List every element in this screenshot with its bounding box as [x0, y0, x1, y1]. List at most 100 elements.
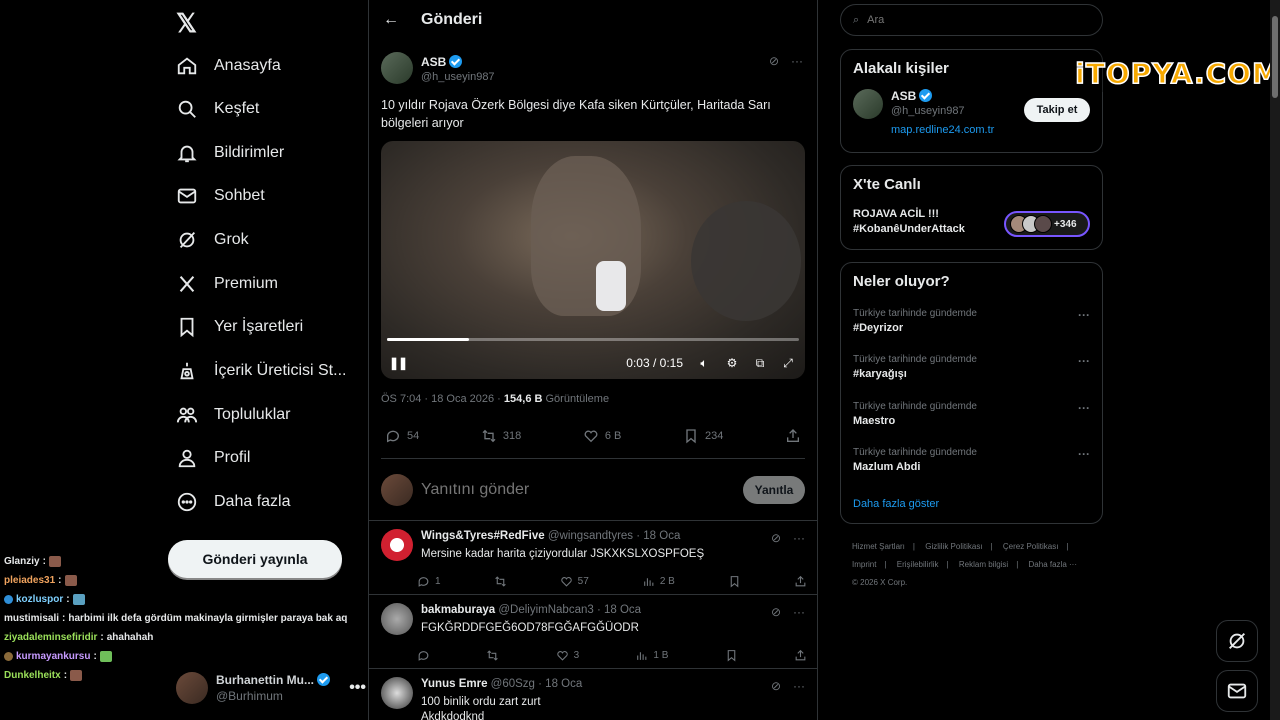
reply-header-actions: ⊘ ··· [771, 531, 805, 545]
reply-body: Wings&Tyres#RedFive @wingsandtyres · 18 … [421, 529, 704, 562]
sidebar-item-notifications[interactable]: Bildirimler [176, 133, 284, 173]
avatar[interactable] [381, 529, 413, 561]
grok-fab-button[interactable] [1216, 620, 1258, 662]
pause-icon[interactable]: ❚❚ [389, 356, 408, 370]
tweet-meta: ÖS 7:04 · 18 Oca 2026 · 154,6 B Görüntül… [381, 393, 805, 405]
reply-composer: Yanıtla [369, 459, 817, 521]
views-button[interactable]: 1 B [635, 649, 668, 662]
retweet-icon [482, 429, 496, 442]
sidebar-item-home[interactable]: Anasayfa [176, 46, 281, 86]
show-more-link[interactable]: Daha fazla göster [853, 498, 939, 510]
settings-icon[interactable]: ⚙︎ [725, 356, 739, 370]
more-icon[interactable]: ··· [793, 679, 805, 693]
related-user-link[interactable]: map.redline24.com.tr [891, 123, 994, 138]
x-logo-icon[interactable]: 𝕏 [176, 8, 197, 39]
grok-icon[interactable]: ⊘ [769, 54, 779, 68]
reply-submit-button[interactable]: Yanıtla [743, 475, 805, 504]
bookmark-button[interactable] [725, 649, 738, 662]
trend-item[interactable]: Türkiye tarihinde gündemde Mazlum Abdi ·… [853, 447, 1090, 473]
live-listeners-pill[interactable]: +346 [1004, 211, 1090, 237]
share-button[interactable] [785, 428, 801, 444]
retweet-button[interactable] [494, 575, 507, 588]
like-button[interactable]: 3 [556, 649, 579, 662]
reply-button[interactable] [417, 649, 430, 662]
sidebar-item-profile[interactable]: Profil [176, 438, 250, 478]
scrollbar-thumb[interactable] [1272, 16, 1278, 98]
messages-fab-button[interactable] [1216, 670, 1258, 712]
back-arrow-icon[interactable]: ← [383, 11, 399, 29]
reply-button[interactable]: 1 [417, 575, 441, 588]
sidebar-item-more[interactable]: Daha fazla [176, 482, 291, 522]
sidebar-item-label: Premium [214, 275, 279, 292]
footer-links: Hizmet Şartları | Gizlilik Politikası | Çe… [852, 538, 1092, 592]
chat-separator: : [58, 575, 62, 586]
more-icon[interactable]: ··· [793, 605, 805, 619]
sidebar-item-bookmarks[interactable]: Yer İşaretleri [176, 307, 303, 347]
views-button[interactable]: 2 B [642, 575, 675, 588]
more-icon[interactable]: ··· [793, 531, 805, 545]
avatar[interactable] [381, 52, 413, 84]
tweet-timestamp[interactable]: ÖS 7:04 · 18 Oca 2026 · [381, 393, 504, 405]
reply-item[interactable]: Yunus Emre @60Szg · 18 Oca 100 binlik or… [369, 669, 817, 720]
volume-icon[interactable]: 🔈︎ [697, 356, 711, 370]
reply-item[interactable]: bakmaburaya @DeliyimNabcan3 · 18 Oca FGK… [369, 595, 817, 669]
more-icon[interactable]: ··· [791, 54, 803, 68]
like-button[interactable]: 6 B [583, 428, 621, 444]
search-input[interactable] [867, 14, 1068, 26]
bookmark-icon [180, 317, 194, 338]
tweet-author[interactable]: ASB @h_useyin987 [421, 53, 495, 83]
chat-separator: : [63, 670, 68, 681]
footer-link[interactable]: Daha fazla ··· [1029, 560, 1077, 569]
bookmark-icon [727, 650, 735, 662]
search-bar[interactable]: ⌕ [840, 4, 1103, 36]
sidebar-item-explore[interactable]: Keşfet [176, 89, 259, 129]
footer-link[interactable]: Erişilebilirlik [897, 560, 939, 569]
footer-link[interactable]: Imprint [852, 560, 876, 569]
bookmark-button[interactable]: 234 [683, 428, 723, 444]
reply-author[interactable]: bakmaburaya [421, 604, 495, 616]
trend-item[interactable]: Türkiye tarihinde gündemde #Deyrizor ··· [853, 308, 1090, 334]
retweet-button[interactable]: 318 [481, 428, 521, 444]
grok-icon[interactable]: ⊘ [771, 605, 781, 619]
reply-author[interactable]: Yunus Emre [421, 678, 487, 690]
sidebar-item-communities[interactable]: Topluluklar [176, 395, 290, 435]
grok-icon[interactable]: ⊘ [771, 679, 781, 693]
sidebar-item-creator-studio[interactable]: İçerik Üreticisi St... [176, 351, 346, 391]
trend-context: Türkiye tarihinde gündemde [853, 447, 977, 458]
scrollbar[interactable] [1270, 0, 1280, 720]
bookmark-button[interactable] [728, 575, 741, 588]
fullscreen-icon[interactable]: ⤢ [781, 356, 795, 370]
reply-input[interactable] [421, 480, 743, 499]
footer-link[interactable]: Hizmet Şartları [852, 542, 905, 551]
video-player[interactable]: ❚❚ 0:03 / 0:15 🔈︎ ⚙︎ ⧉ ⤢ [381, 141, 805, 379]
footer-link[interactable]: Reklam bilgisi [959, 560, 1008, 569]
sidebar-item-grok[interactable]: Grok [176, 220, 249, 260]
retweet-button[interactable] [486, 649, 499, 662]
view-label: Görüntüleme [542, 393, 610, 405]
sidebar-item-premium[interactable]: Premium [176, 264, 278, 304]
more-icon[interactable]: ··· [1078, 354, 1090, 368]
pip-icon[interactable]: ⧉ [753, 356, 767, 370]
sidebar-item-label: Profil [214, 449, 251, 466]
grok-icon[interactable]: ⊘ [771, 531, 781, 545]
sidebar-item-chat[interactable]: Sohbet [176, 176, 265, 216]
reply-item[interactable]: Wings&Tyres#RedFive @wingsandtyres · 18 … [369, 521, 817, 595]
reply-author[interactable]: Wings&Tyres#RedFive [421, 530, 545, 542]
video-progress-bar[interactable] [387, 338, 799, 341]
follow-button[interactable]: Takip et [1024, 98, 1090, 122]
footer-link[interactable]: Çerez Politikası [1003, 542, 1059, 551]
share-button[interactable] [794, 575, 807, 588]
more-icon[interactable]: ··· [1078, 447, 1090, 461]
more-icon[interactable]: ··· [1078, 401, 1090, 415]
share-button[interactable] [794, 649, 807, 662]
chat-separator: : [66, 594, 70, 605]
like-button[interactable]: 57 [560, 575, 589, 588]
avatar[interactable] [381, 677, 413, 709]
trend-item[interactable]: Türkiye tarihinde gündemde #karyağışı ··… [853, 354, 1090, 380]
footer-link[interactable]: Gizlilik Politikası [925, 542, 982, 551]
more-icon[interactable]: ··· [1078, 308, 1090, 322]
avatar[interactable] [381, 603, 413, 635]
sidebar-item-label: Bildirimler [214, 144, 285, 161]
trend-item[interactable]: Türkiye tarihinde gündemde Maestro ··· [853, 401, 1090, 427]
reply-button[interactable]: 54 [385, 428, 419, 444]
